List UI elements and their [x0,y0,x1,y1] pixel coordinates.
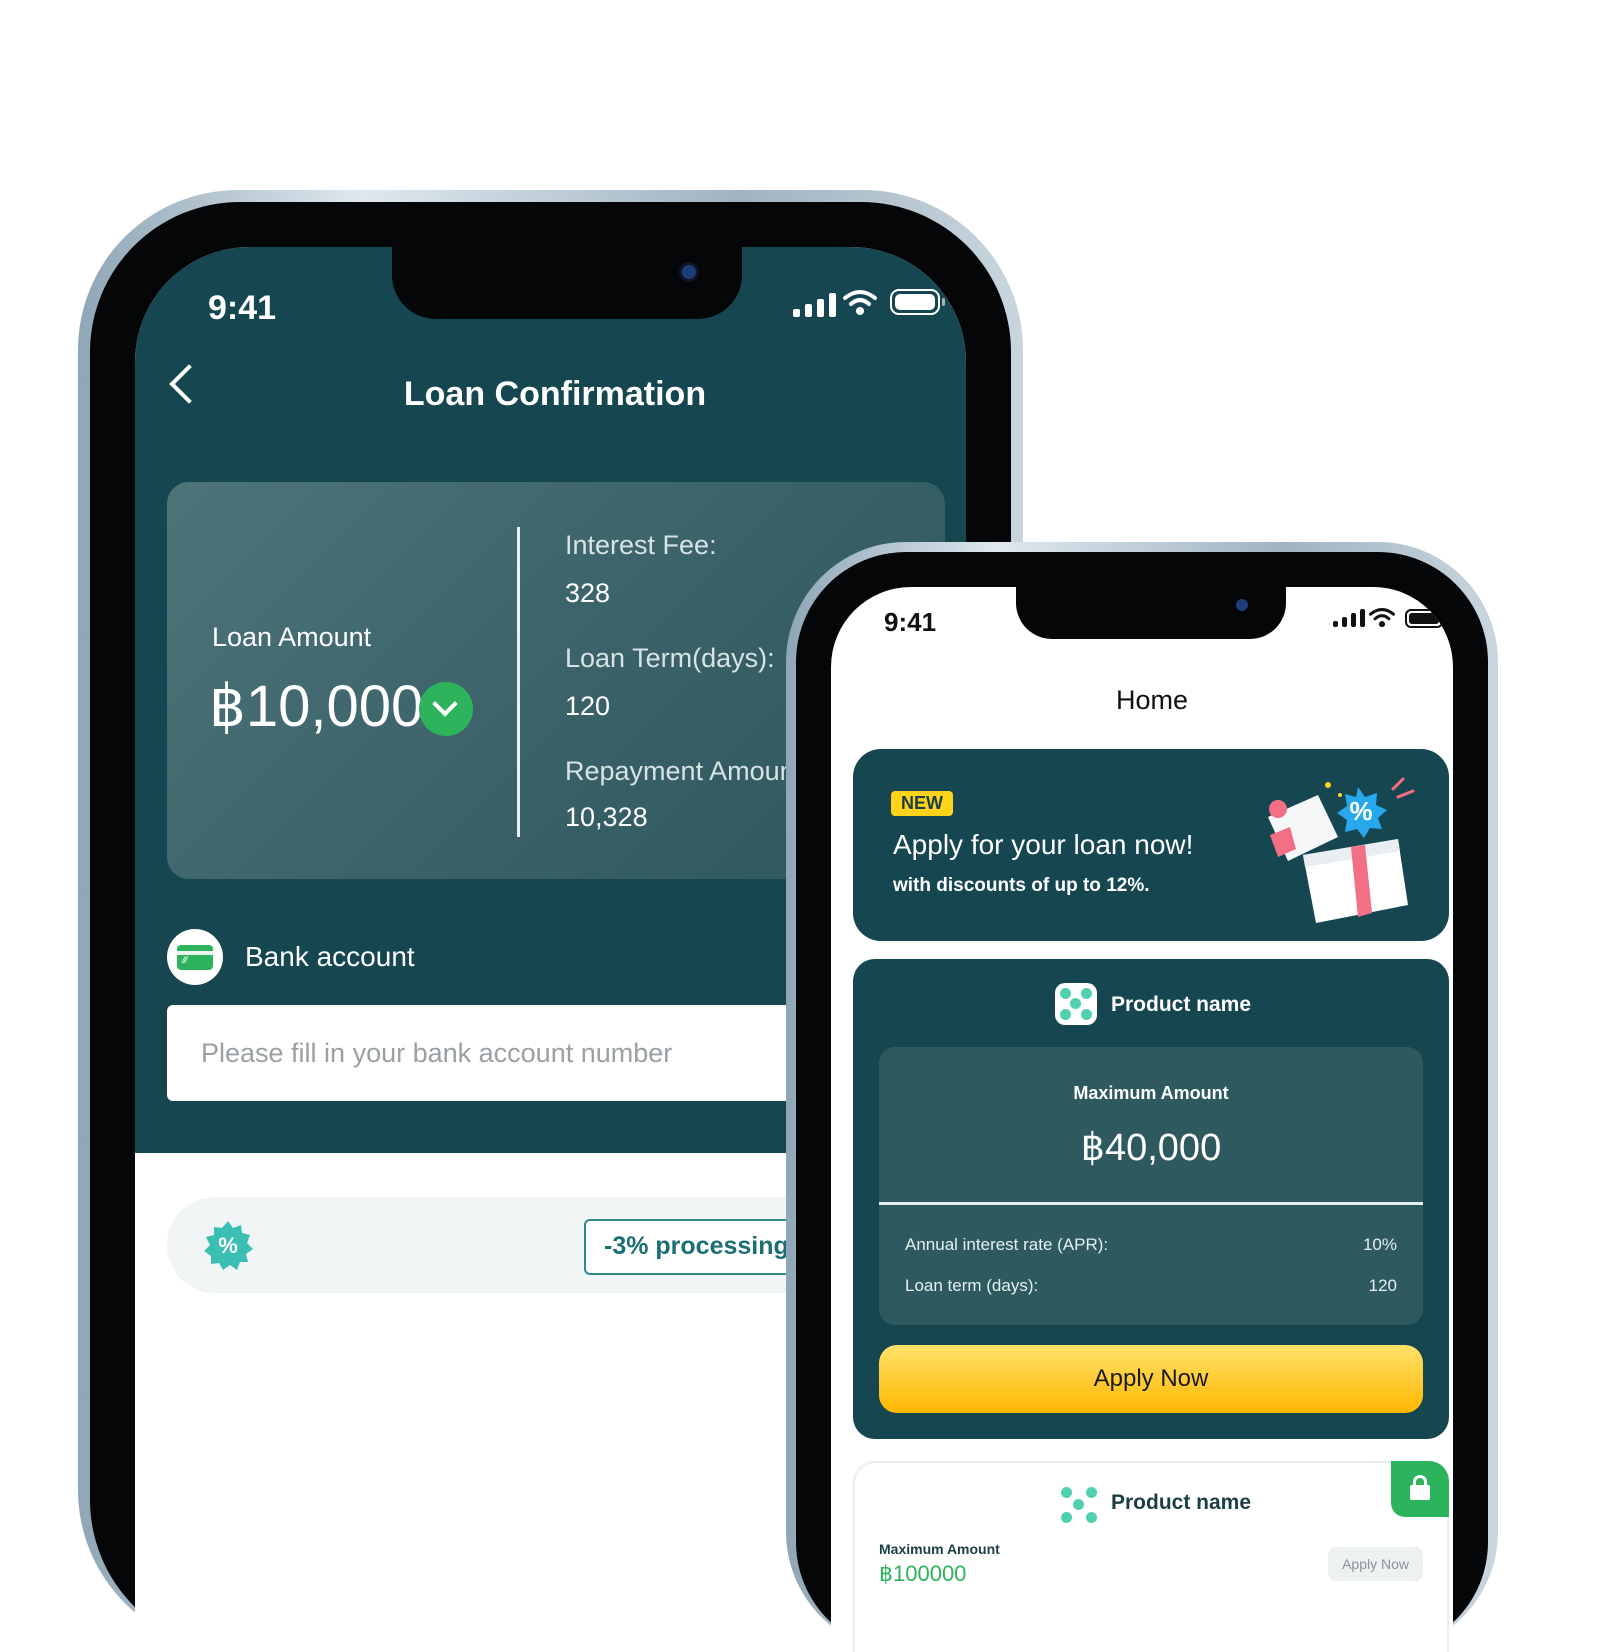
percent-badge-icon: % [204,1221,253,1270]
loan-term-row: Loan term (days): 120 [905,1276,1397,1296]
bank-card-icon [167,929,223,985]
product-logo-icon [1055,983,1097,1025]
product-name: Product name [1111,993,1252,1016]
gift-box-icon: % [1268,777,1415,923]
loan-term-label: Loan Term(days): [565,643,775,673]
wifi-icon [1369,608,1395,628]
phone-home: 9:41 Home NEW Apply for your loan now! w… [786,542,1498,1652]
interest-fee-label: Interest Fee: [565,530,717,560]
repayment-amount-value: 10,328 [565,802,648,832]
product-details-panel: Maximum Amount ฿40,000 Annual interest r… [879,1047,1423,1325]
new-badge: NEW [891,791,953,816]
apply-now-button[interactable]: Apply Now [879,1345,1423,1413]
loan-amount-value: ฿10,000 [209,674,424,739]
svg-text:%: % [218,1233,238,1258]
promo-banner[interactable]: NEW Apply for your loan now! with discou… [853,749,1449,941]
bank-account-label: Bank account [245,941,415,972]
camera-icon [1236,599,1248,611]
details-divider [879,1202,1423,1205]
max-amount-value: ฿100000 [879,1561,967,1586]
battery-icon [890,289,945,315]
repayment-amount-label: Repayment Amount [565,756,803,786]
max-amount-label: Maximum Amount [1073,1083,1229,1103]
home-screen: 9:41 Home NEW Apply for your loan now! w… [831,587,1453,1652]
max-amount-label: Maximum Amount [879,1541,1000,1557]
product-card: Product name Maximum Amount ฿40,000 Annu… [853,959,1449,1439]
apply-now-button-disabled[interactable]: Apply Now [1328,1547,1423,1581]
banner-subtitle: with discounts of up to 12%. [893,875,1150,896]
phone-notch [1016,587,1286,639]
page-title: Loan Confirmation [403,375,707,413]
phone-bezel: 9:41 Home NEW Apply for your loan now! w… [796,552,1488,1652]
signal-icon [1333,609,1365,627]
svg-text:%: % [1349,796,1372,826]
product-name: Product name [1111,1491,1252,1514]
product-logo-icon [1059,1485,1099,1525]
apr-value: 10% [1362,1235,1397,1254]
phone-notch [392,247,742,319]
loan-term-label: Loan term (days): [905,1276,1039,1295]
page-title: Home [1115,685,1189,715]
loan-amount-label: Loan Amount [212,622,372,652]
camera-icon [682,265,696,279]
apr-row: Annual interest rate (APR): 10% [905,1235,1397,1255]
status-time: 9:41 [884,607,937,637]
banner-title: Apply for your loan now! [893,829,1194,860]
loan-term-value: 120 [565,691,611,721]
interest-fee-value: 328 [565,578,611,608]
amount-dropdown-chevron-icon[interactable] [419,682,473,736]
battery-icon [1405,609,1448,628]
apr-label: Annual interest rate (APR): [905,1235,1109,1254]
status-time: 9:41 [208,289,277,327]
wifi-icon [843,290,877,315]
loan-term-value: 120 [1368,1276,1397,1295]
signal-icon [793,293,836,317]
lock-icon [1391,1461,1449,1517]
max-amount-value: ฿40,000 [1080,1127,1222,1169]
card-divider [517,527,520,837]
locked-product-card[interactable]: Product name Maximum Amount ฿100000 Appl… [853,1461,1449,1652]
